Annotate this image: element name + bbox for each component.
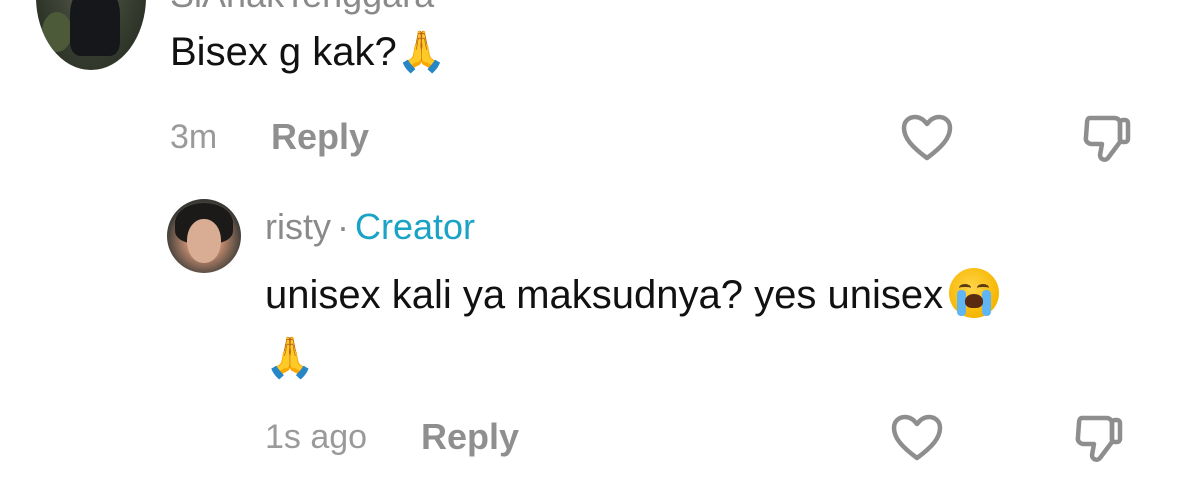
creator-badge: Creator — [355, 206, 476, 247]
heart-icon[interactable] — [890, 413, 944, 463]
thumbs-down-icon[interactable] — [1074, 412, 1124, 464]
comment-body: unisex kali ya maksudnya? yes unisex — [265, 273, 944, 317]
comment-timestamp: 3m — [170, 118, 218, 156]
heart-icon[interactable] — [900, 113, 954, 163]
separator-dot: · — [337, 206, 349, 247]
thumbs-down-icon[interactable] — [1082, 112, 1132, 164]
comment-timestamp: 1s ago — [265, 418, 368, 456]
comment-text: unisex kali ya maksudnya? yes unisex — [265, 268, 1000, 318]
reply-button[interactable]: Reply — [271, 116, 369, 158]
avatar[interactable] — [167, 199, 241, 273]
comment-username[interactable]: SiAnakTenggara — [170, 0, 434, 16]
comment-text: Bisex g kak?🙏 — [170, 28, 447, 75]
folded-hands-emoji: 🙏 — [396, 29, 447, 75]
loudly-crying-face-emoji — [949, 268, 1000, 318]
folded-hands-emoji: 🙏 — [265, 335, 315, 381]
comment-text-line2: 🙏 — [265, 334, 315, 381]
comment-body: Bisex g kak? — [170, 30, 397, 74]
comment-username[interactable]: risty — [265, 206, 331, 247]
avatar[interactable] — [36, 0, 146, 70]
reply-button[interactable]: Reply — [421, 416, 519, 458]
comment-author: risty · Creator — [265, 206, 475, 248]
